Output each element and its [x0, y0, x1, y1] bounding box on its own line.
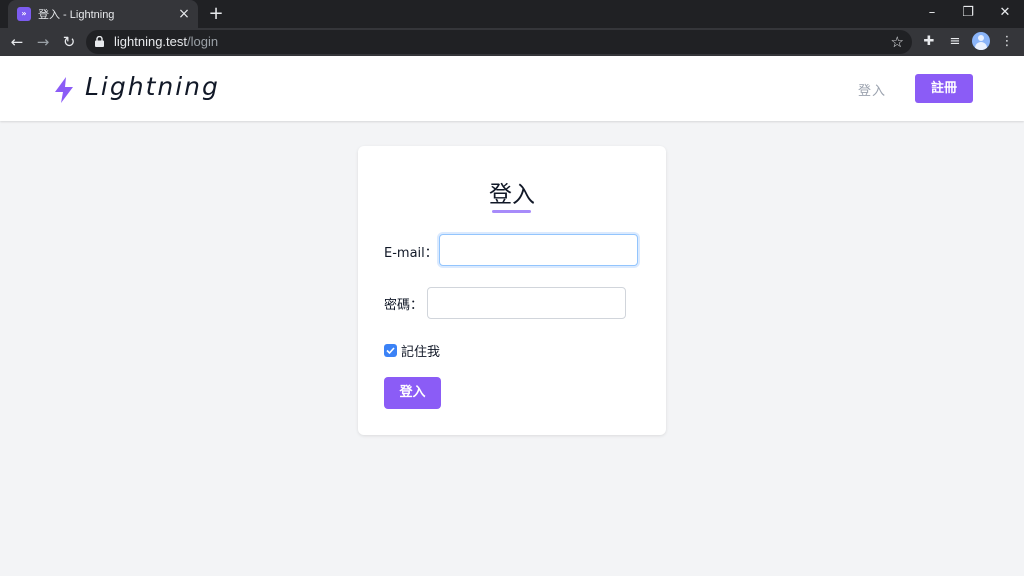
remember-me-label[interactable]: 記住我 [401, 341, 440, 360]
address-bar[interactable]: lightning.test/login ☆ [86, 30, 912, 54]
remember-me-checkbox[interactable] [384, 344, 397, 357]
nav-login-link[interactable]: 登入 [858, 80, 886, 99]
checkmark-icon [386, 347, 395, 355]
restore-icon[interactable]: ❐ [956, 4, 980, 22]
login-submit-button[interactable]: 登入 [384, 377, 441, 409]
close-tab-icon[interactable]: × [176, 6, 192, 22]
lock-icon [95, 36, 104, 47]
password-field[interactable] [427, 287, 626, 319]
new-tab-icon[interactable]: + [206, 4, 226, 24]
url-text: lightning.test/login [114, 30, 218, 54]
password-label: 密碼： [384, 298, 424, 313]
menu-icon[interactable]: ⋮ [997, 32, 1017, 52]
brand-name[interactable]: Lightning [85, 72, 220, 101]
page-title: 登入 [489, 182, 535, 208]
nav-register-button[interactable]: 註冊 [915, 74, 973, 103]
tab-title: 登入 - Lightning [38, 9, 115, 21]
minimize-icon[interactable]: – [920, 4, 944, 22]
lightning-logo-icon [55, 77, 73, 103]
email-field[interactable] [439, 234, 638, 266]
profile-icon[interactable] [972, 32, 990, 50]
forward-icon[interactable]: → [33, 32, 53, 52]
reload-icon[interactable]: ↻ [59, 32, 79, 52]
browser-tab[interactable]: » 登入 - Lightning × [8, 0, 198, 28]
email-label: E-mail： [384, 246, 438, 261]
media-icon[interactable]: ≡ [945, 32, 965, 52]
site-header: Lightning 登入 註冊 [0, 56, 1024, 121]
extensions-icon[interactable]: ✚ [919, 32, 939, 52]
browser-toolbar: ← → ↻ lightning.test/login ☆ ✚ ≡ ⋮ [0, 28, 1024, 56]
back-icon[interactable]: ← [7, 32, 27, 52]
url-path: /login [187, 34, 219, 49]
title-underline [492, 210, 531, 213]
url-host: lightning.test [114, 34, 187, 49]
favicon-icon: » [17, 7, 31, 21]
close-window-icon[interactable]: ✕ [993, 4, 1017, 22]
login-card: 登入 E-mail： 密碼： 記住我 登入 [358, 146, 666, 435]
star-icon[interactable]: ☆ [891, 32, 904, 52]
browser-tab-bar: » 登入 - Lightning × + – ❐ ✕ [0, 0, 1024, 28]
